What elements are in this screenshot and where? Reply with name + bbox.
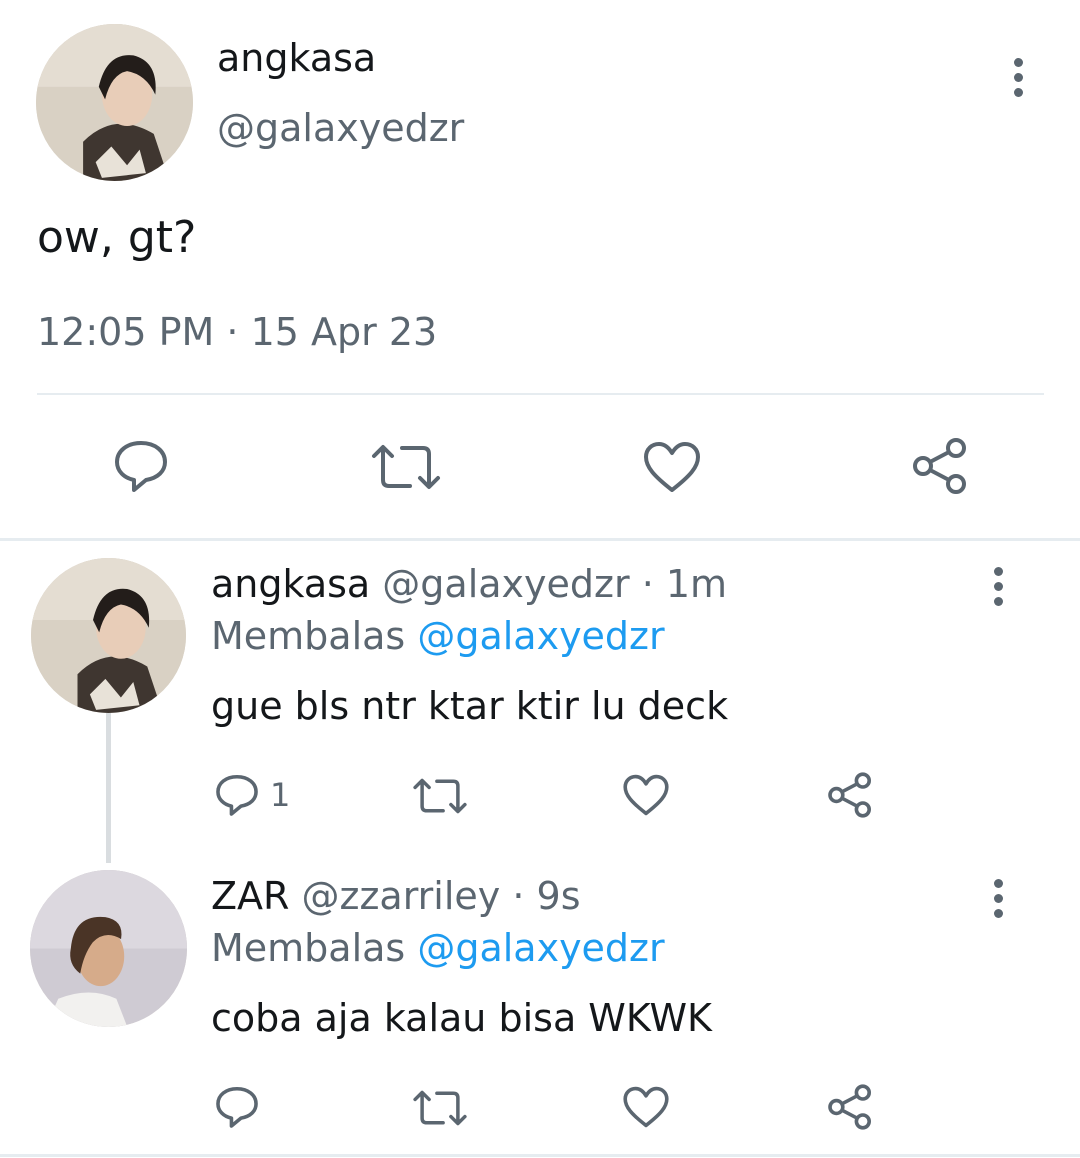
bottom-divider <box>0 1154 1080 1157</box>
replying-mention[interactable]: @galaxyedzr <box>417 614 664 658</box>
reply-avatar[interactable] <box>30 870 187 1027</box>
replying-prefix: Membalas <box>211 614 406 658</box>
heart-icon <box>623 774 669 816</box>
tweet-date: 15 Apr 23 <box>250 310 438 354</box>
replying-prefix: Membalas <box>211 926 406 970</box>
speech-bubble-icon <box>216 774 258 816</box>
reply-header: ZAR @zzarriley · 9s <box>211 874 581 918</box>
author-name[interactable]: angkasa <box>217 36 376 80</box>
reply-button[interactable] <box>214 1084 260 1130</box>
section-divider <box>0 538 1080 541</box>
reply-age: · 1m <box>641 562 728 606</box>
speech-bubble-icon <box>216 1086 258 1128</box>
reply-text: gue bls ntr ktar ktir lu deck <box>211 684 729 728</box>
divider <box>37 393 1044 395</box>
reply-text: coba aja kalau bisa WKWK <box>211 996 712 1040</box>
more-options-icon[interactable] <box>988 879 1008 924</box>
like-button[interactable] <box>622 1085 670 1129</box>
retweet-icon <box>372 445 440 489</box>
replying-mention[interactable]: @galaxyedzr <box>417 926 664 970</box>
meta-separator: · <box>226 310 239 354</box>
reply-author-name[interactable]: angkasa <box>211 562 370 606</box>
replying-to: Membalas @galaxyedzr <box>211 926 665 970</box>
share-button[interactable] <box>826 1083 874 1131</box>
share-button[interactable] <box>910 436 970 496</box>
retweet-button[interactable] <box>412 1088 468 1128</box>
heart-icon <box>623 1086 669 1128</box>
replying-to: Membalas @galaxyedzr <box>211 614 665 658</box>
retweet-button[interactable] <box>412 776 468 816</box>
share-icon <box>913 438 966 494</box>
reply-age: · 9s <box>512 874 581 918</box>
like-button[interactable] <box>622 773 670 817</box>
reply-author-handle[interactable]: @zzarriley <box>302 874 501 918</box>
speech-bubble-icon <box>115 441 167 492</box>
share-icon <box>828 772 871 818</box>
retweet-icon <box>413 778 467 814</box>
share-button[interactable] <box>826 771 874 819</box>
retweet-button[interactable] <box>370 442 442 492</box>
tweet-timestamp: 12:05 PM · 15 Apr 23 <box>37 310 437 354</box>
more-options-icon[interactable] <box>988 567 1008 612</box>
tweet-time: 12:05 PM <box>37 310 215 354</box>
reply-avatar[interactable] <box>31 558 186 713</box>
reply-author-name[interactable]: ZAR <box>211 874 289 918</box>
author-handle[interactable]: @galaxyedzr <box>217 106 464 150</box>
more-options-icon[interactable] <box>1008 58 1028 103</box>
author-avatar[interactable] <box>36 24 193 181</box>
reply-count: 1 <box>270 776 291 814</box>
tweet-text: ow, gt? <box>37 212 197 263</box>
like-button[interactable] <box>642 440 702 494</box>
thread-connector <box>106 713 111 863</box>
retweet-icon <box>413 1090 467 1126</box>
share-icon <box>828 1084 871 1130</box>
reply-button[interactable]: 1 <box>214 772 290 818</box>
heart-icon <box>644 442 700 492</box>
reply-header: angkasa @galaxyedzr · 1m <box>211 562 727 606</box>
reply-button[interactable] <box>112 438 170 494</box>
reply-author-handle[interactable]: @galaxyedzr <box>382 562 629 606</box>
